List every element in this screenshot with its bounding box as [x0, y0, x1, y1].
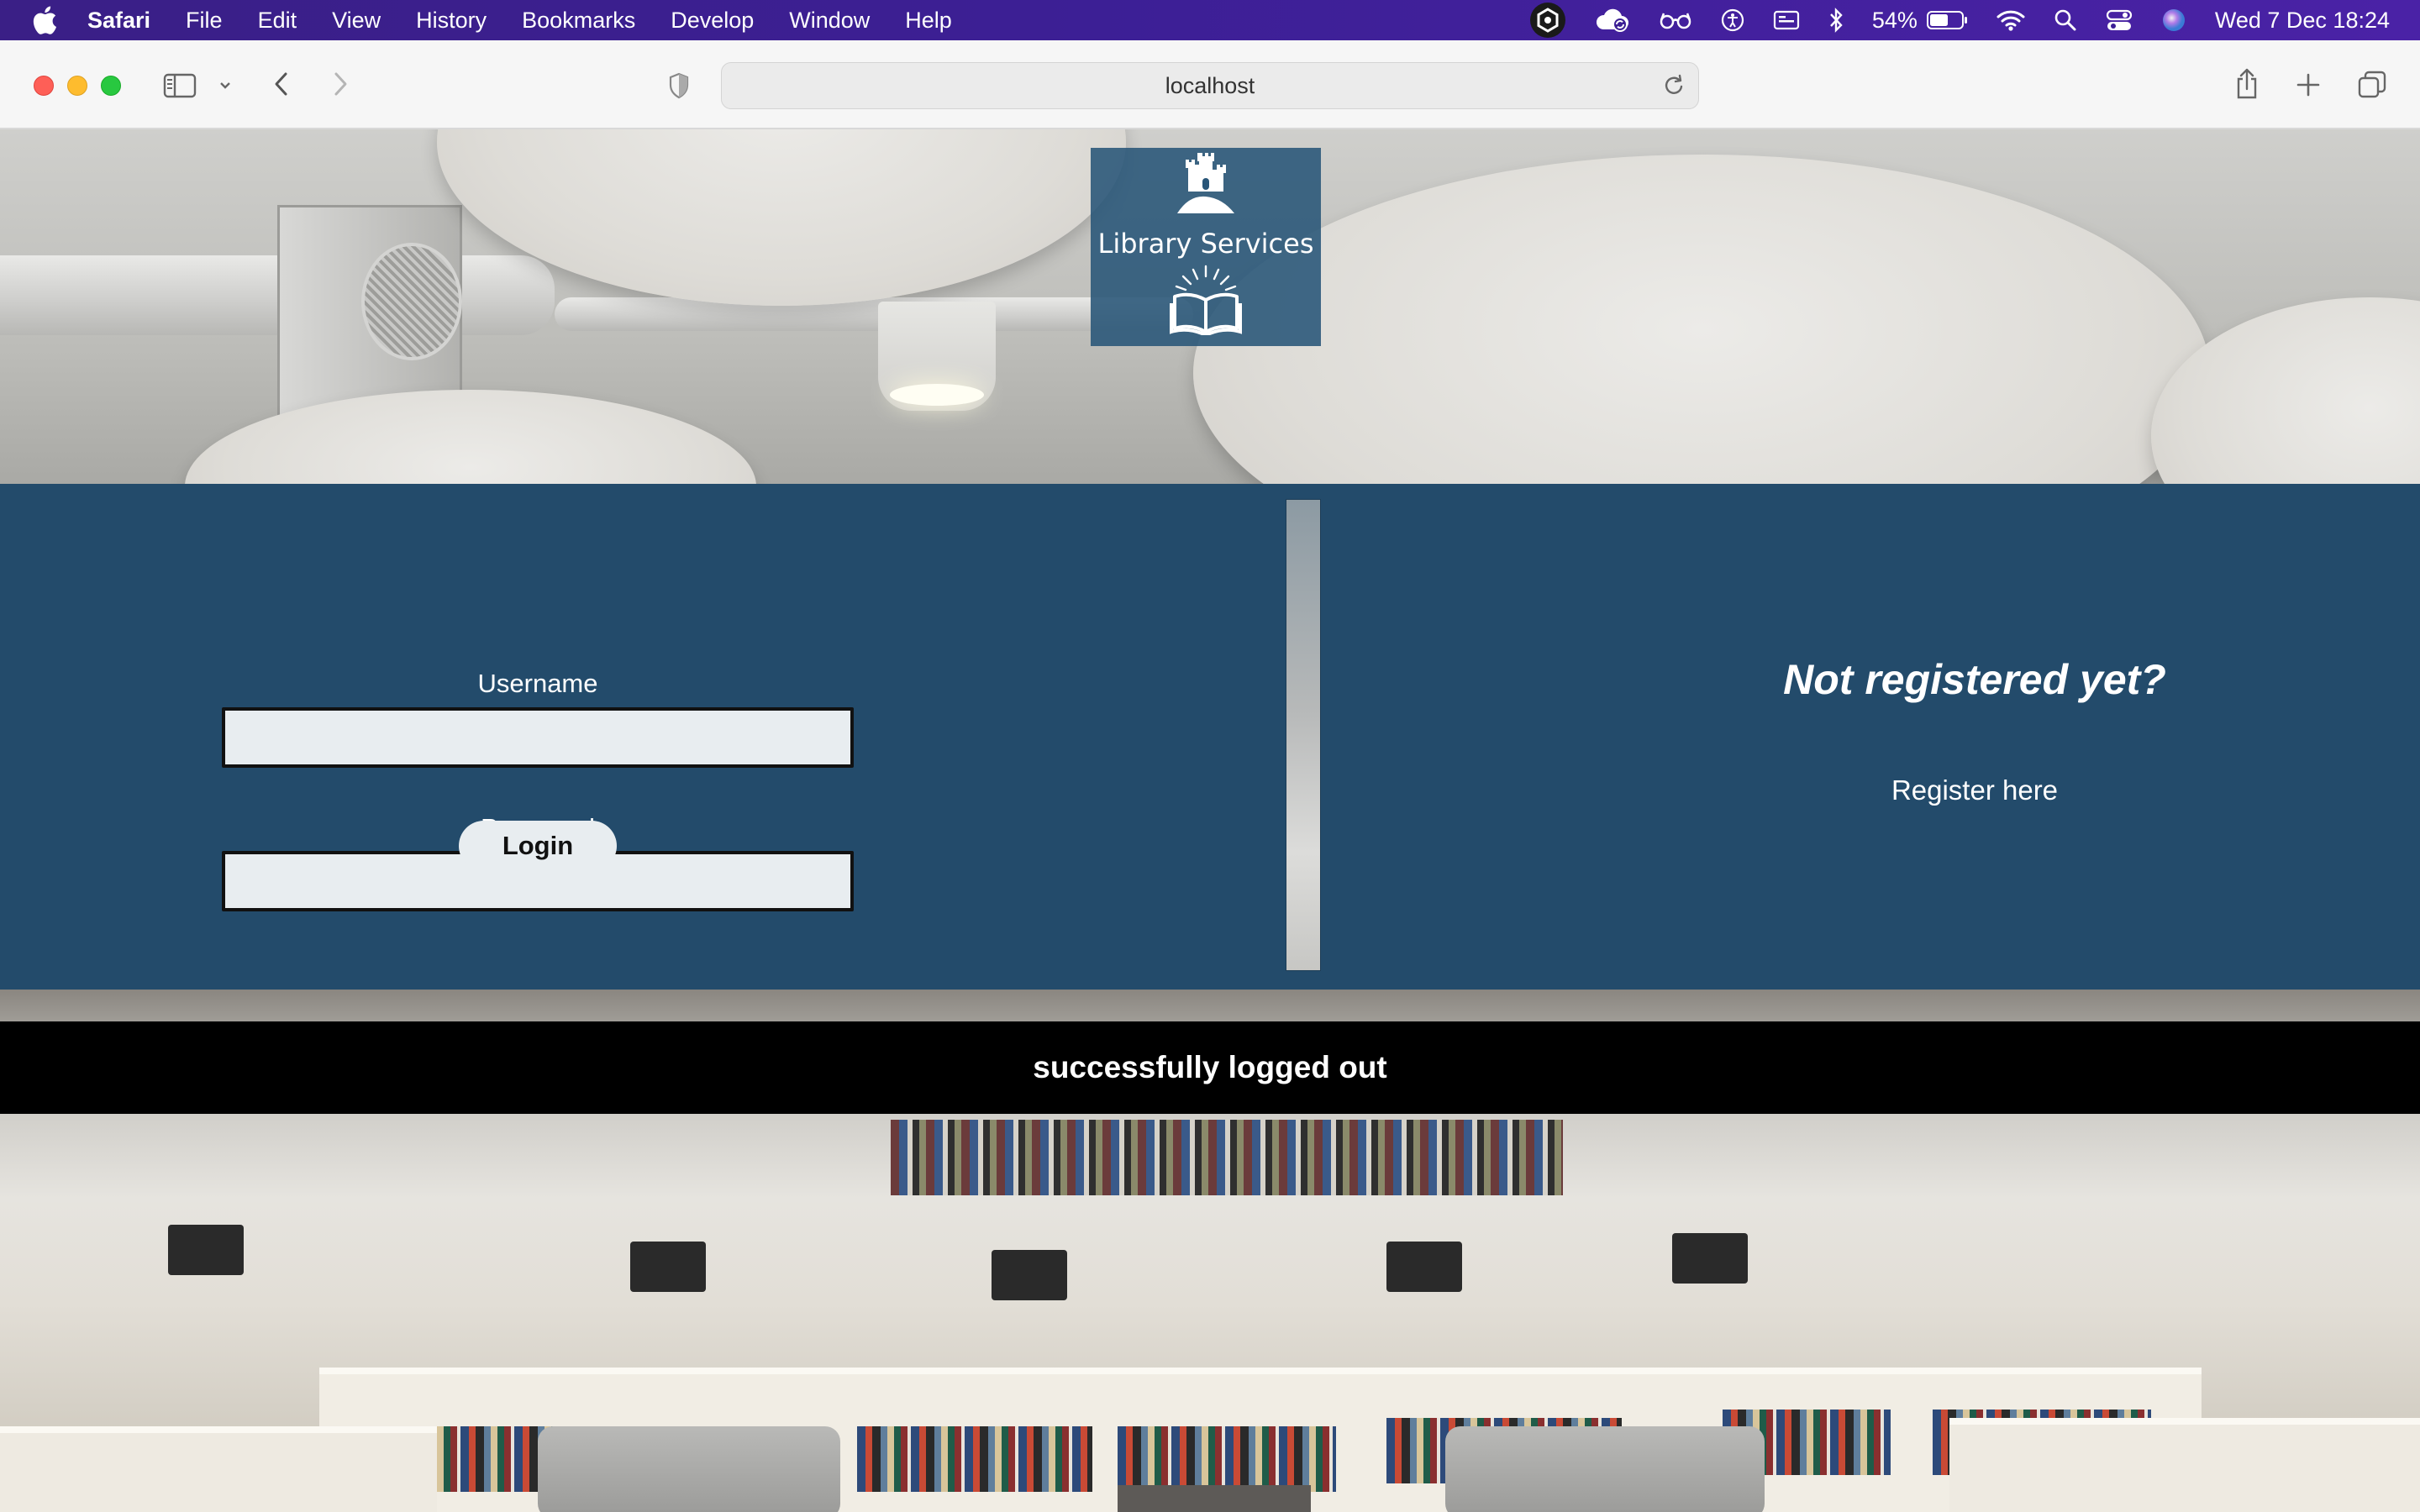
- counter: [0, 1426, 437, 1512]
- login-panel: Username Password Login Not registered y…: [0, 484, 2420, 990]
- window-close-button[interactable]: [34, 76, 54, 96]
- new-tab-icon[interactable]: [2294, 71, 2323, 99]
- counter: [1949, 1418, 2420, 1512]
- battery-percent: 54%: [1871, 7, 1918, 33]
- apple-icon[interactable]: [32, 6, 57, 34]
- forward-icon[interactable]: [328, 69, 353, 99]
- menu-edit[interactable]: Edit: [258, 8, 297, 34]
- computer-monitor: [1386, 1242, 1462, 1292]
- back-bookshelf: [891, 1120, 1563, 1195]
- display-icon[interactable]: [1773, 9, 1800, 31]
- menu-window[interactable]: Window: [789, 8, 870, 34]
- computer-monitor: [992, 1250, 1067, 1300]
- ceiling-disc: [1193, 155, 2210, 484]
- cloud-sync-icon[interactable]: [1595, 8, 1630, 33]
- control-center-icon[interactable]: [2106, 8, 2133, 32]
- bluetooth-icon[interactable]: [1828, 8, 1844, 33]
- open-book-icon: [1168, 263, 1244, 339]
- register-link[interactable]: Register here: [1765, 774, 2185, 806]
- login-button[interactable]: Login: [459, 821, 617, 871]
- menu-develop[interactable]: Develop: [671, 8, 754, 34]
- armchair: [538, 1426, 840, 1512]
- app-badge-icon[interactable]: [1529, 2, 1566, 39]
- menu-view[interactable]: View: [332, 8, 381, 34]
- window-zoom-button[interactable]: [101, 76, 121, 96]
- clock[interactable]: Wed 7 Dec 18:24: [2215, 8, 2390, 34]
- battery-icon[interactable]: [1926, 10, 1968, 30]
- armchair: [1445, 1426, 1765, 1512]
- menu-history[interactable]: History: [416, 8, 487, 34]
- sidebar-icon[interactable]: [163, 72, 197, 99]
- not-registered-heading: Not registered yet?: [1783, 656, 2166, 703]
- back-icon[interactable]: [269, 69, 294, 99]
- menu-bar: Safari File Edit View History Bookmarks …: [0, 0, 2420, 40]
- web-page: Library Services Username Password Login…: [0, 129, 2420, 1512]
- address-bar[interactable]: localhost: [721, 62, 1699, 109]
- castle-icon: [1174, 151, 1238, 223]
- library-logo[interactable]: Library Services: [1091, 148, 1321, 346]
- books: [1118, 1426, 1336, 1492]
- siri-icon[interactable]: [2161, 8, 2186, 33]
- spotlight-search-icon[interactable]: [2054, 8, 2077, 32]
- glasses-icon[interactable]: [1659, 10, 1692, 30]
- menu-app-name[interactable]: Safari: [87, 8, 150, 34]
- air-vent-grille: [361, 243, 462, 360]
- coffee-table: [1118, 1485, 1311, 1512]
- menu-help[interactable]: Help: [905, 8, 952, 34]
- address-text[interactable]: localhost: [1165, 73, 1255, 99]
- tab-overview-icon[interactable]: [2356, 69, 2388, 101]
- panel-divider: [1286, 499, 1321, 971]
- username-label: Username: [477, 669, 598, 698]
- books: [857, 1426, 1092, 1492]
- reload-icon[interactable]: [1663, 73, 1686, 104]
- menu-file[interactable]: File: [186, 8, 223, 34]
- window-minimize-button[interactable]: [67, 76, 87, 96]
- computer-monitor: [630, 1242, 706, 1292]
- share-icon[interactable]: [2232, 66, 2262, 102]
- flash-message: successfully logged out: [0, 1021, 2420, 1114]
- status-area: 54% Wed 7 Dec 18:24: [1501, 0, 2420, 40]
- header-banner: Library Services: [0, 129, 2420, 484]
- computer-monitor: [1672, 1233, 1748, 1284]
- ceiling-lamp: [878, 302, 996, 411]
- logo-text: Library Services: [1097, 228, 1314, 260]
- wifi-icon[interactable]: [1996, 9, 2025, 31]
- username-input[interactable]: [222, 707, 854, 768]
- accessibility-icon[interactable]: [1721, 8, 1744, 32]
- computer-monitor: [168, 1225, 244, 1275]
- privacy-shield-icon[interactable]: [664, 71, 694, 101]
- ceiling-disc: [185, 390, 756, 484]
- chevron-down-icon[interactable]: [217, 76, 234, 94]
- menu-bookmarks[interactable]: Bookmarks: [522, 8, 635, 34]
